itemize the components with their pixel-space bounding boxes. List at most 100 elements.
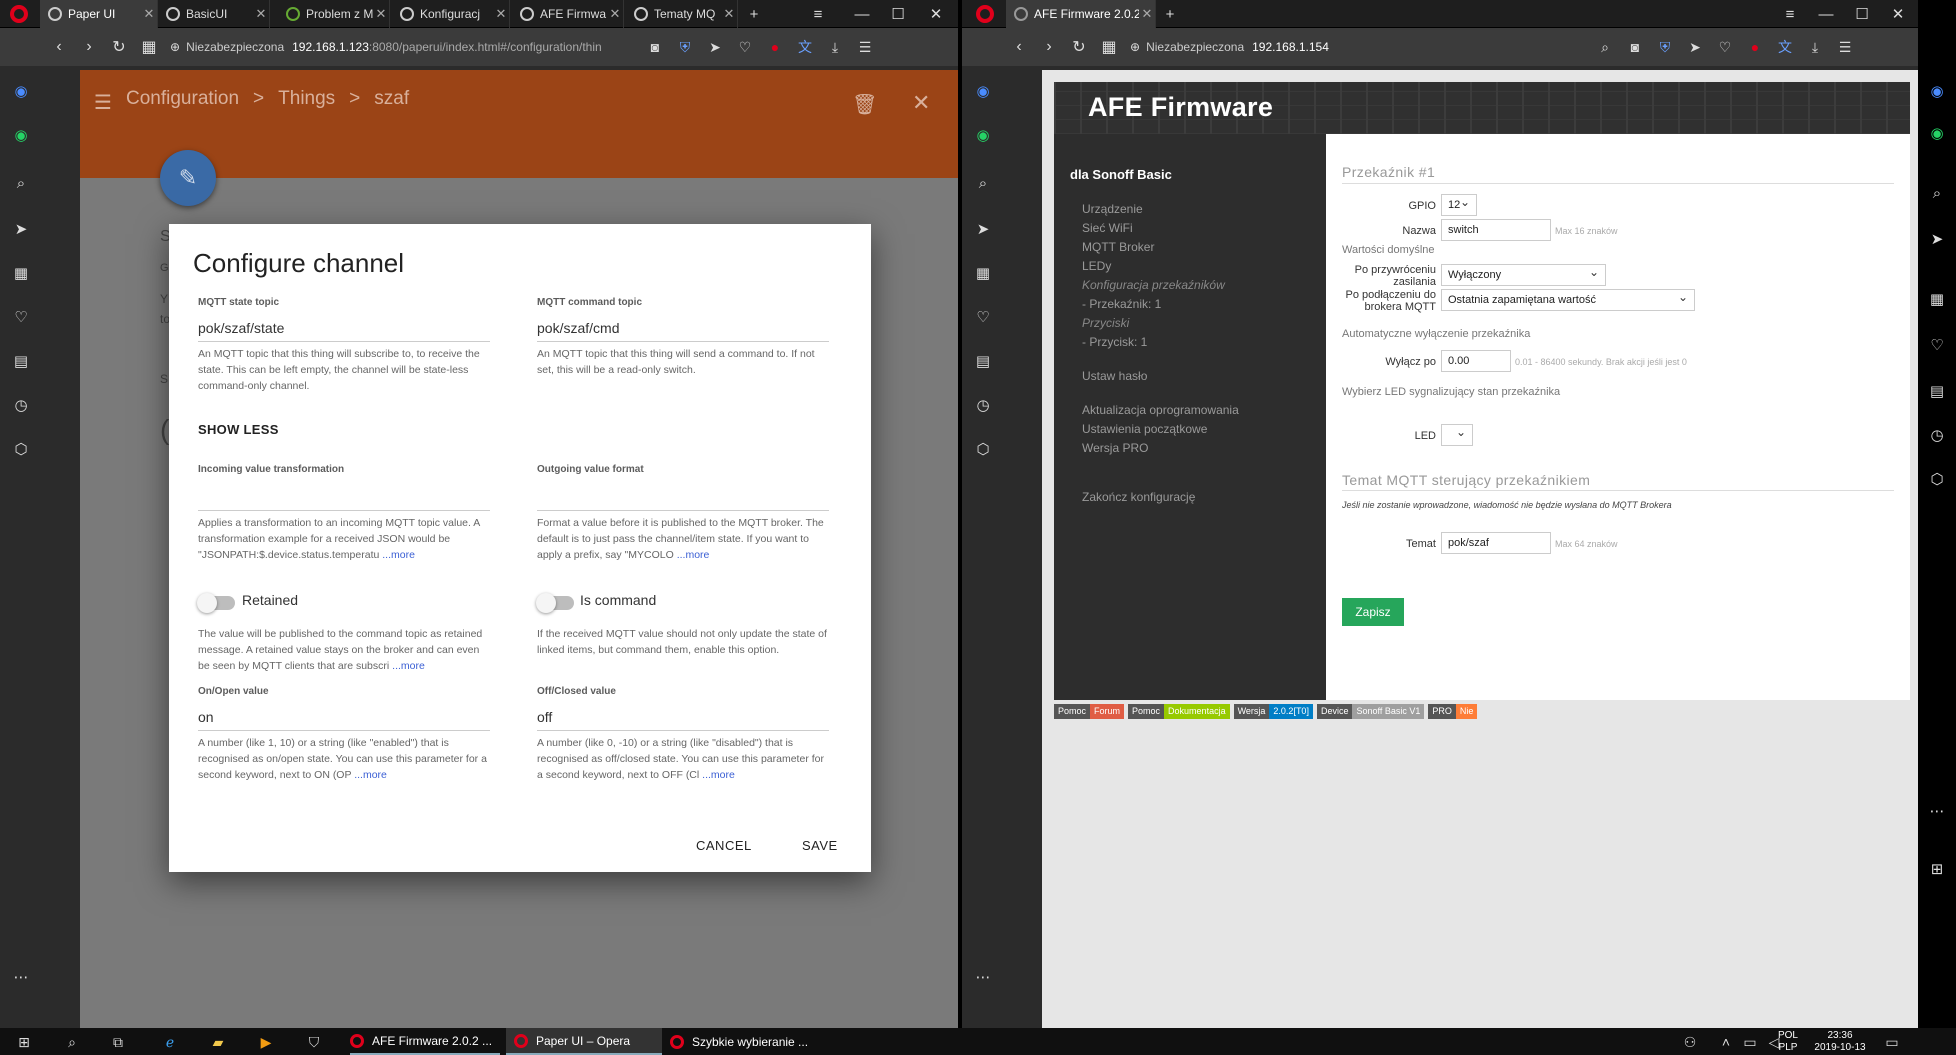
- more-icon[interactable]: ⋯: [10, 966, 32, 988]
- tab-afe-firmware[interactable]: AFE Firmware 2.0.2 [T0]✕: [1006, 0, 1156, 28]
- close-window-button[interactable]: ✕: [1880, 0, 1916, 28]
- led-select[interactable]: [1441, 424, 1473, 446]
- messenger-icon[interactable]: ◉: [972, 80, 994, 102]
- send-icon[interactable]: ➤: [972, 218, 994, 240]
- task-view-icon[interactable]: ⧉: [108, 1032, 128, 1052]
- nav-pro[interactable]: Wersja PRO: [1082, 441, 1148, 455]
- badge-docs[interactable]: Pomoc Dokumentacja: [1128, 704, 1230, 719]
- close-icon[interactable]: ✕: [373, 6, 389, 22]
- broker-connect-select[interactable]: Ostatnia zapamiętana wartość: [1441, 289, 1695, 311]
- tray-chevron-icon[interactable]: ˄: [1716, 1032, 1736, 1052]
- more-link[interactable]: ...more: [702, 769, 735, 781]
- messenger-icon[interactable]: ◉: [10, 80, 32, 102]
- close-icon[interactable]: ✕: [912, 90, 930, 116]
- nav-factory-reset[interactable]: Ustawienia początkowe: [1082, 422, 1207, 436]
- heart-icon[interactable]: ♡: [972, 306, 994, 328]
- people-icon[interactable]: ⚇: [1680, 1032, 1700, 1052]
- new-tab-button[interactable]: +: [1158, 0, 1182, 28]
- camera-icon[interactable]: ◙: [640, 39, 670, 55]
- minimize-button[interactable]: —: [1808, 0, 1844, 28]
- adblock-icon[interactable]: ⛨: [670, 39, 700, 56]
- search-icon[interactable]: ⌕: [10, 172, 32, 194]
- tab-problem[interactable]: Problem z M ✕: [278, 0, 390, 28]
- badge-version[interactable]: Wersja 2.0.2[T0]: [1233, 704, 1313, 719]
- file-explorer-icon[interactable]: ▰: [208, 1032, 228, 1052]
- outgoing-format-input[interactable]: [537, 489, 829, 511]
- send-icon[interactable]: ➤: [1926, 228, 1948, 250]
- tab-menu-icon[interactable]: ≡: [1772, 0, 1808, 28]
- translate-icon[interactable]: 文: [1770, 37, 1800, 57]
- search-icon[interactable]: ⌕: [62, 1032, 82, 1052]
- more-link[interactable]: ...more: [677, 549, 710, 561]
- taskbar-app-speed-dial[interactable]: Szybkie wybieranie ...: [670, 1028, 820, 1055]
- nav-wifi[interactable]: Sieć WiFi: [1082, 221, 1133, 235]
- close-icon[interactable]: ✕: [141, 6, 157, 22]
- tab-basicui[interactable]: BasicUI ✕: [158, 0, 270, 28]
- forward-icon[interactable]: ›: [1034, 38, 1064, 56]
- heart-icon[interactable]: ♡: [1710, 39, 1740, 56]
- close-icon[interactable]: ✕: [1139, 6, 1155, 22]
- off-after-input[interactable]: 0.00: [1441, 350, 1511, 372]
- tab-menu-icon[interactable]: ≡: [800, 0, 836, 28]
- search-icon[interactable]: ⌕: [972, 172, 994, 194]
- retained-toggle[interactable]: [197, 593, 235, 613]
- on-value-input[interactable]: on: [198, 709, 490, 731]
- heart-icon[interactable]: ♡: [10, 306, 32, 328]
- send-icon[interactable]: ➤: [1680, 39, 1710, 56]
- taskbar-app-afe[interactable]: AFE Firmware 2.0.2 ...: [350, 1028, 500, 1055]
- nav-password[interactable]: Ustaw hasło: [1082, 369, 1147, 383]
- close-icon[interactable]: ✕: [721, 6, 737, 22]
- trash-icon[interactable]: 🗑: [852, 92, 877, 117]
- is-command-toggle[interactable]: [536, 593, 574, 613]
- gpio-select[interactable]: 12: [1441, 194, 1477, 216]
- hamburger-icon[interactable]: ☰: [94, 90, 112, 115]
- tab-paper-ui[interactable]: Paper UI ✕: [40, 0, 158, 28]
- incoming-transform-input[interactable]: [198, 489, 490, 511]
- download-icon[interactable]: ⤓: [1800, 39, 1830, 56]
- edit-fab-button[interactable]: ✎: [160, 150, 216, 206]
- news-icon[interactable]: ▤: [1926, 380, 1948, 402]
- extensions-icon[interactable]: ⬡: [972, 438, 994, 460]
- tabs-grid-icon[interactable]: ▦: [1094, 37, 1124, 57]
- breadcrumb-things[interactable]: Things: [278, 88, 335, 109]
- nav-mqtt-broker[interactable]: MQTT Broker: [1082, 240, 1154, 254]
- close-icon[interactable]: ✕: [253, 6, 269, 22]
- heart-icon[interactable]: ♡: [730, 39, 760, 56]
- messenger-icon[interactable]: ◉: [1926, 80, 1948, 102]
- more-link[interactable]: ...more: [382, 549, 415, 561]
- download-icon[interactable]: ⤓: [820, 39, 850, 56]
- send-icon[interactable]: ➤: [10, 218, 32, 240]
- translate-icon[interactable]: 文: [790, 37, 820, 57]
- history-icon[interactable]: ◷: [10, 394, 32, 416]
- speed-dial-icon[interactable]: ▦: [10, 262, 32, 284]
- media-player-icon[interactable]: ▶: [256, 1032, 276, 1052]
- nav-firmware-update[interactable]: Aktualizacja oprogramowania: [1082, 403, 1239, 417]
- store-icon[interactable]: ⛉: [304, 1032, 324, 1052]
- extensions-icon[interactable]: ⬡: [10, 438, 32, 460]
- badge-device[interactable]: Device Sonoff Basic V1: [1316, 704, 1425, 719]
- windows-logo-icon[interactable]: ⊞: [1926, 858, 1948, 880]
- more-icon[interactable]: ⋯: [1926, 800, 1948, 822]
- zapisz-button[interactable]: Zapisz: [1342, 598, 1404, 626]
- tabs-grid-icon[interactable]: ▦: [134, 37, 164, 57]
- easy-setup-icon[interactable]: ☰: [1830, 39, 1860, 56]
- reload-icon[interactable]: ↻: [104, 37, 134, 57]
- whatsapp-icon[interactable]: ◉: [10, 124, 32, 146]
- more-link[interactable]: ...more: [392, 660, 425, 672]
- more-icon[interactable]: ⋯: [972, 966, 994, 988]
- new-tab-button[interactable]: +: [742, 0, 766, 28]
- search-icon[interactable]: ⌕: [1926, 182, 1948, 204]
- news-icon[interactable]: ▤: [10, 350, 32, 372]
- network-icon[interactable]: ▭: [1740, 1032, 1760, 1052]
- camera-icon[interactable]: ◙: [1620, 39, 1650, 55]
- notifications-icon[interactable]: ▭: [1882, 1032, 1902, 1052]
- forward-icon[interactable]: ›: [74, 38, 104, 56]
- close-window-button[interactable]: ✕: [918, 0, 954, 28]
- news-icon[interactable]: ▤: [972, 350, 994, 372]
- whatsapp-icon[interactable]: ◉: [972, 124, 994, 146]
- command-topic-input[interactable]: pok/szaf/cmd: [537, 320, 829, 342]
- nav-relay-1[interactable]: - Przekaźnik: 1: [1082, 297, 1161, 311]
- opera-menu-icon[interactable]: [976, 5, 994, 23]
- off-value-input[interactable]: off: [537, 709, 829, 731]
- taskbar-app-paperui[interactable]: Paper UI – Opera: [506, 1028, 662, 1055]
